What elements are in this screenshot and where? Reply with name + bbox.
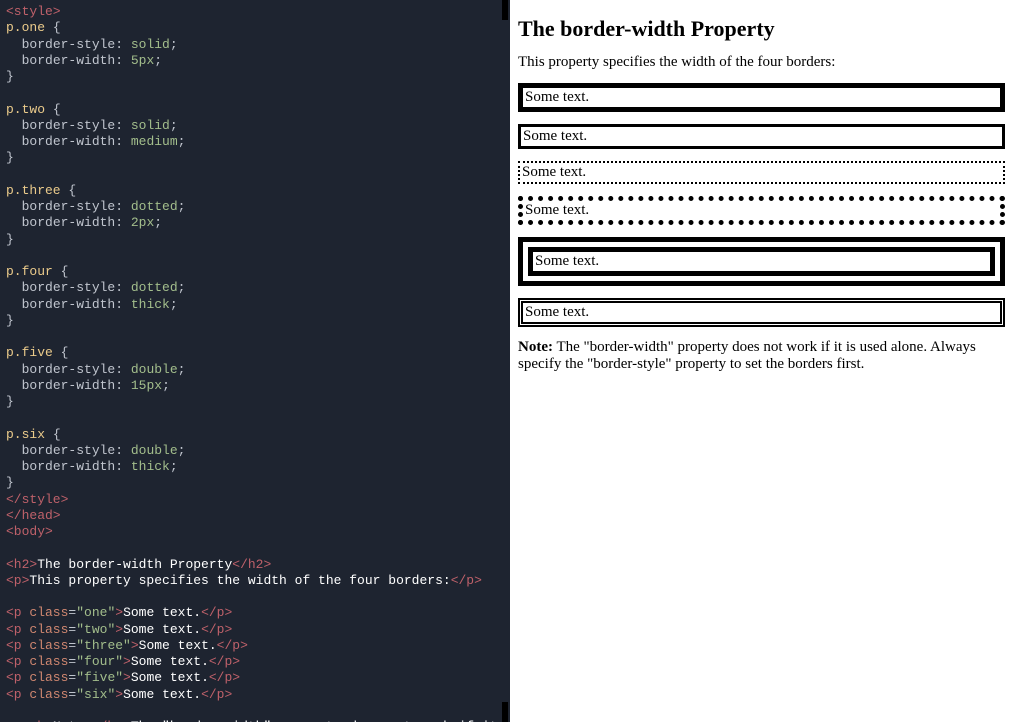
split-divider[interactable]	[500, 0, 510, 722]
preview-sample-four: Some text.	[518, 196, 1005, 225]
code-editor-pane[interactable]: <style> p.one { border-style: solid; bor…	[0, 0, 500, 722]
preview-sample-three: Some text.	[518, 161, 1005, 184]
preview-pane: The border-width Property This property …	[510, 0, 1013, 722]
source-code[interactable]: <style> p.one { border-style: solid; bor…	[6, 4, 494, 722]
preview-sample-two: Some text.	[518, 124, 1005, 149]
note-text: The "border-width" property does not wor…	[518, 339, 976, 372]
preview-sample-five: Some text.	[518, 237, 1005, 286]
preview-note: Note: The "border-width" property does n…	[518, 339, 1005, 373]
preview-sample-one: Some text.	[518, 83, 1005, 112]
note-label: Note:	[518, 339, 553, 355]
preview-intro: This property specifies the width of the…	[518, 54, 1005, 71]
preview-heading: The border-width Property	[518, 16, 1005, 42]
preview-sample-six: Some text.	[518, 298, 1005, 327]
